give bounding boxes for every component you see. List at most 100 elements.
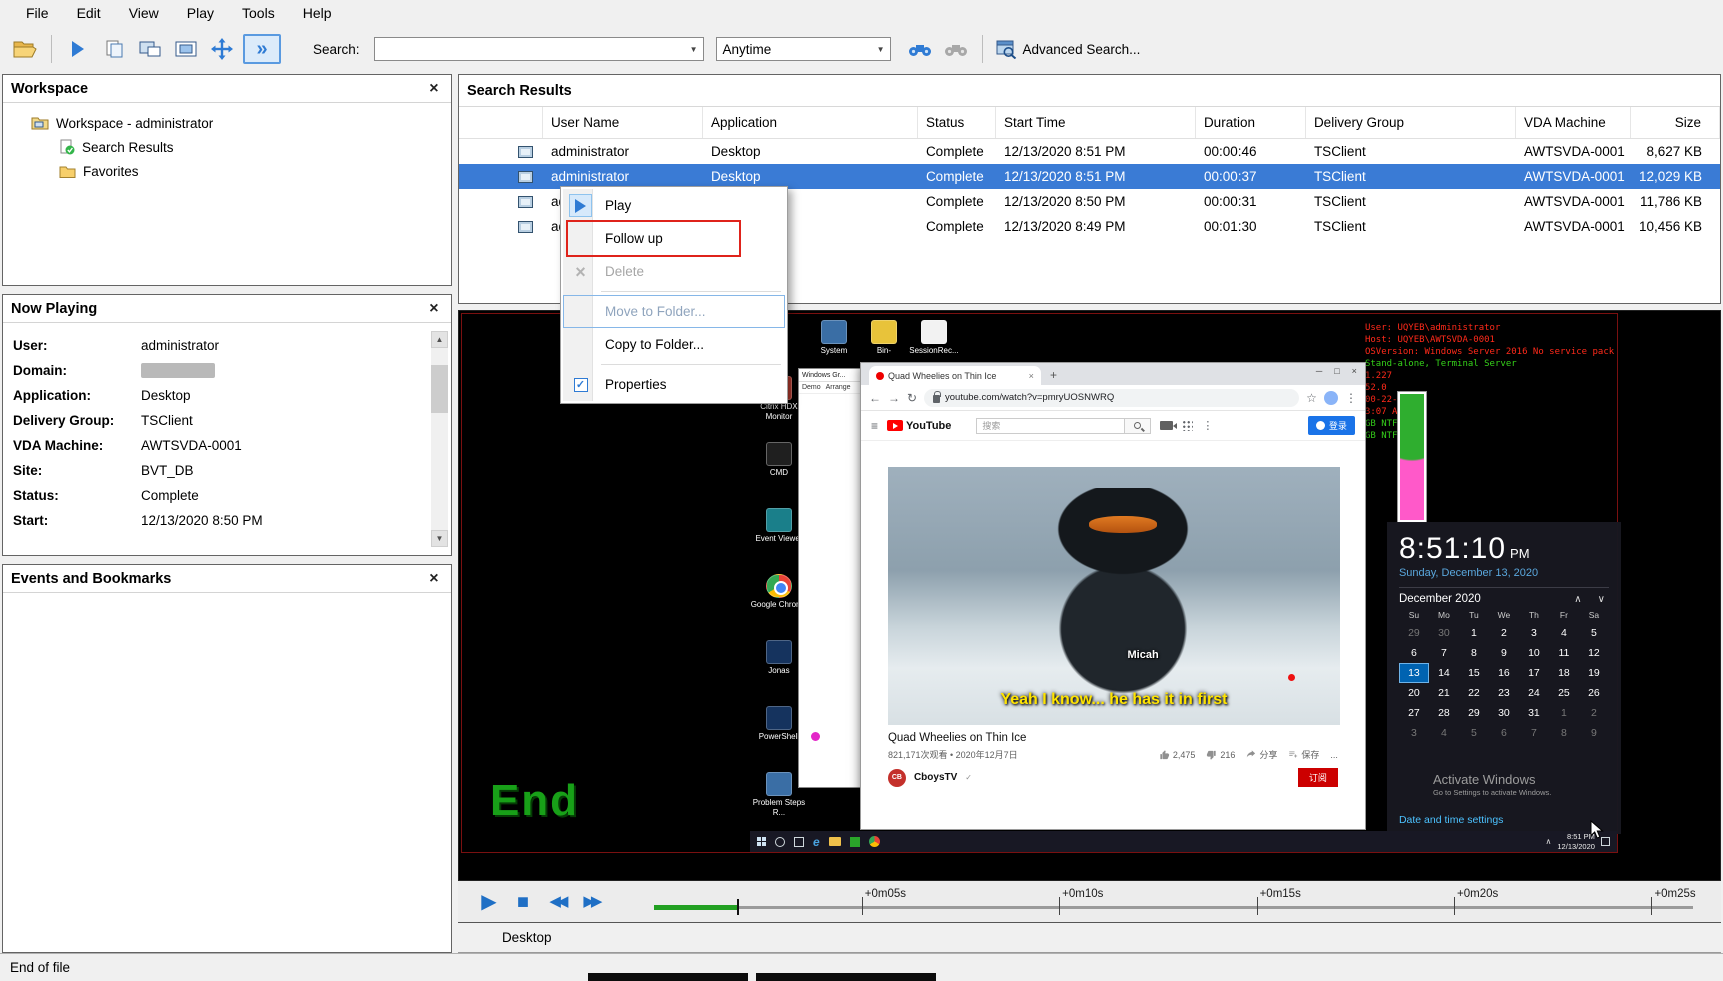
menu-item-follow-up[interactable]: Follow up bbox=[563, 222, 785, 255]
result-cell: 12/13/2020 8:51 PM bbox=[996, 169, 1196, 184]
field-label: VDA Machine: bbox=[13, 438, 141, 453]
results-column-header[interactable]: VDA Machine bbox=[1516, 107, 1631, 138]
calendar-day-header: Fr bbox=[1549, 608, 1579, 623]
actual-size-button[interactable] bbox=[135, 34, 165, 64]
seek-timeline[interactable]: +0m05s+0m10s+0m15s+0m20s+0m25s bbox=[654, 881, 1693, 922]
thumbs-up-icon bbox=[1159, 750, 1170, 760]
channel-avatar: CB bbox=[888, 769, 906, 787]
results-column-header[interactable]: Status bbox=[918, 107, 996, 138]
desktop-icon-label: CMD bbox=[770, 468, 788, 478]
calendar-day: 6 bbox=[1399, 643, 1429, 663]
browser-navbar: ← → ↻ youtube.com/watch?v=pmryUOSNWRQ ☆ … bbox=[861, 385, 1365, 411]
player-tab-desktop[interactable]: Desktop bbox=[502, 930, 552, 945]
tree-node-search-results[interactable]: Search Results bbox=[7, 135, 447, 159]
now-playing-field: VDA Machine: AWTSVDA-0001 bbox=[13, 433, 425, 458]
menu-item-copy-to-folder[interactable]: Copy to Folder... bbox=[563, 328, 785, 361]
menu-item-play[interactable]: Play bbox=[563, 189, 785, 222]
result-cell: 12,029 KB bbox=[1631, 169, 1720, 184]
scroll-up-icon[interactable]: ▲ bbox=[431, 331, 448, 348]
menu-view[interactable]: View bbox=[115, 2, 173, 24]
toggle-panels-button[interactable]: » bbox=[243, 34, 281, 64]
fast-forward-button[interactable]: ▶▶ bbox=[574, 886, 608, 918]
calendar-day: 9 bbox=[1579, 723, 1609, 743]
menu-item-move-to-folder[interactable]: Move to Folder... bbox=[563, 295, 785, 328]
calendar-day: 19 bbox=[1579, 663, 1609, 683]
more-actions-icon: ... bbox=[1330, 750, 1338, 760]
activate-windows-title: Activate Windows bbox=[1433, 772, 1551, 787]
youtube-channel-row: CB CboysTV ✓ 订阅 bbox=[861, 768, 1365, 787]
youtube-logo: YouTube bbox=[887, 420, 951, 432]
calendar-day: 9 bbox=[1489, 643, 1519, 663]
now-playing-field: Site: BVT_DB bbox=[13, 458, 425, 483]
calendar-day: 27 bbox=[1399, 703, 1429, 723]
results-column-icon[interactable] bbox=[459, 107, 543, 138]
search-execute-button[interactable] bbox=[905, 34, 935, 64]
results-column-header[interactable]: Duration bbox=[1196, 107, 1306, 138]
search-dropdown-arrow-icon[interactable]: ▼ bbox=[685, 38, 703, 60]
results-column-header[interactable]: Start Time bbox=[996, 107, 1196, 138]
results-column-header[interactable]: Size bbox=[1631, 107, 1720, 138]
menu-tools[interactable]: Tools bbox=[228, 2, 289, 24]
field-value: TSClient bbox=[141, 413, 193, 428]
end-of-recording-watermark: End bbox=[490, 776, 579, 826]
tree-node-workspace-root[interactable]: Workspace - administrator bbox=[7, 111, 447, 135]
event-viewer-icon bbox=[766, 508, 792, 532]
results-column-header[interactable]: Delivery Group bbox=[1306, 107, 1516, 138]
youtube-header: ≡ YouTube 搜索 bbox=[861, 411, 1365, 441]
tab-close-icon: × bbox=[1029, 371, 1034, 381]
timeline-tick bbox=[1257, 897, 1258, 915]
result-cell: 12/13/2020 8:51 PM bbox=[996, 144, 1196, 159]
calendar-month-row: December 2020 ∧ ∨ bbox=[1399, 593, 1609, 605]
result-cell: AWTSVDA-0001 bbox=[1516, 169, 1631, 184]
result-cell: administrator bbox=[543, 169, 703, 184]
pan-arrows-icon bbox=[211, 38, 233, 60]
result-cell: AWTSVDA-0001 bbox=[1516, 219, 1631, 234]
search-input[interactable] bbox=[375, 38, 685, 60]
open-folder-button[interactable] bbox=[10, 34, 40, 64]
menu-item-delete[interactable]: × Delete bbox=[563, 255, 785, 288]
search-label: Search: bbox=[313, 42, 360, 57]
calendar-day-header: Tu bbox=[1459, 608, 1489, 623]
pan-button[interactable] bbox=[207, 34, 237, 64]
results-column-header[interactable]: Application bbox=[703, 107, 918, 138]
fit-window-button[interactable] bbox=[171, 34, 201, 64]
play-button-toolbar[interactable] bbox=[63, 34, 93, 64]
close-icon[interactable]: × bbox=[425, 300, 443, 318]
menu-item-properties[interactable]: ✓ Properties bbox=[563, 368, 785, 401]
close-icon[interactable]: × bbox=[425, 570, 443, 588]
stop-button[interactable]: ■ bbox=[506, 886, 540, 918]
desktop-icon-label: Bin- bbox=[877, 346, 891, 356]
results-column-header[interactable]: User Name bbox=[543, 107, 703, 138]
player-tab-strip: Desktop bbox=[458, 923, 1721, 953]
verified-check-icon: ✓ bbox=[965, 773, 972, 782]
tree-node-favorites[interactable]: Favorites bbox=[7, 159, 447, 183]
copy-page-button[interactable] bbox=[99, 34, 129, 64]
scroll-down-icon[interactable]: ▼ bbox=[431, 530, 448, 547]
start-button-icon bbox=[757, 837, 766, 846]
workspace-icon bbox=[31, 116, 49, 130]
menu-play[interactable]: Play bbox=[173, 2, 228, 24]
toolbar: » Search: ▼ Anytime ▼ Advanced Search... bbox=[0, 26, 1723, 72]
problem-steps-r--icon bbox=[766, 772, 792, 796]
now-playing-scrollbar[interactable]: ▲ ▼ bbox=[431, 331, 448, 547]
background-window-fragment bbox=[756, 973, 936, 981]
menu-help[interactable]: Help bbox=[289, 2, 346, 24]
timeline-playhead[interactable] bbox=[737, 899, 739, 915]
menu-file[interactable]: File bbox=[12, 2, 63, 24]
result-cell: TSClient bbox=[1306, 219, 1516, 234]
play-button[interactable]: ▶ bbox=[472, 886, 506, 918]
advanced-search-button[interactable]: Advanced Search... bbox=[996, 40, 1141, 59]
calendar-day: 26 bbox=[1579, 683, 1609, 703]
scrollbar-thumb[interactable] bbox=[431, 365, 448, 413]
menu-edit[interactable]: Edit bbox=[63, 2, 115, 24]
result-row[interactable]: administratorDesktopComplete12/13/2020 8… bbox=[459, 139, 1720, 164]
calendar-day: 29 bbox=[1399, 623, 1429, 643]
search-next-button[interactable] bbox=[941, 34, 971, 64]
demo-menu-item: Arrange bbox=[826, 384, 851, 391]
tree-node-label: Search Results bbox=[82, 140, 174, 155]
close-icon[interactable]: × bbox=[425, 80, 443, 98]
result-cell: Complete bbox=[918, 169, 996, 184]
time-filter-combo[interactable]: Anytime ▼ bbox=[716, 37, 891, 61]
share-icon bbox=[1246, 750, 1256, 759]
rewind-button[interactable]: ◀◀ bbox=[540, 886, 574, 918]
